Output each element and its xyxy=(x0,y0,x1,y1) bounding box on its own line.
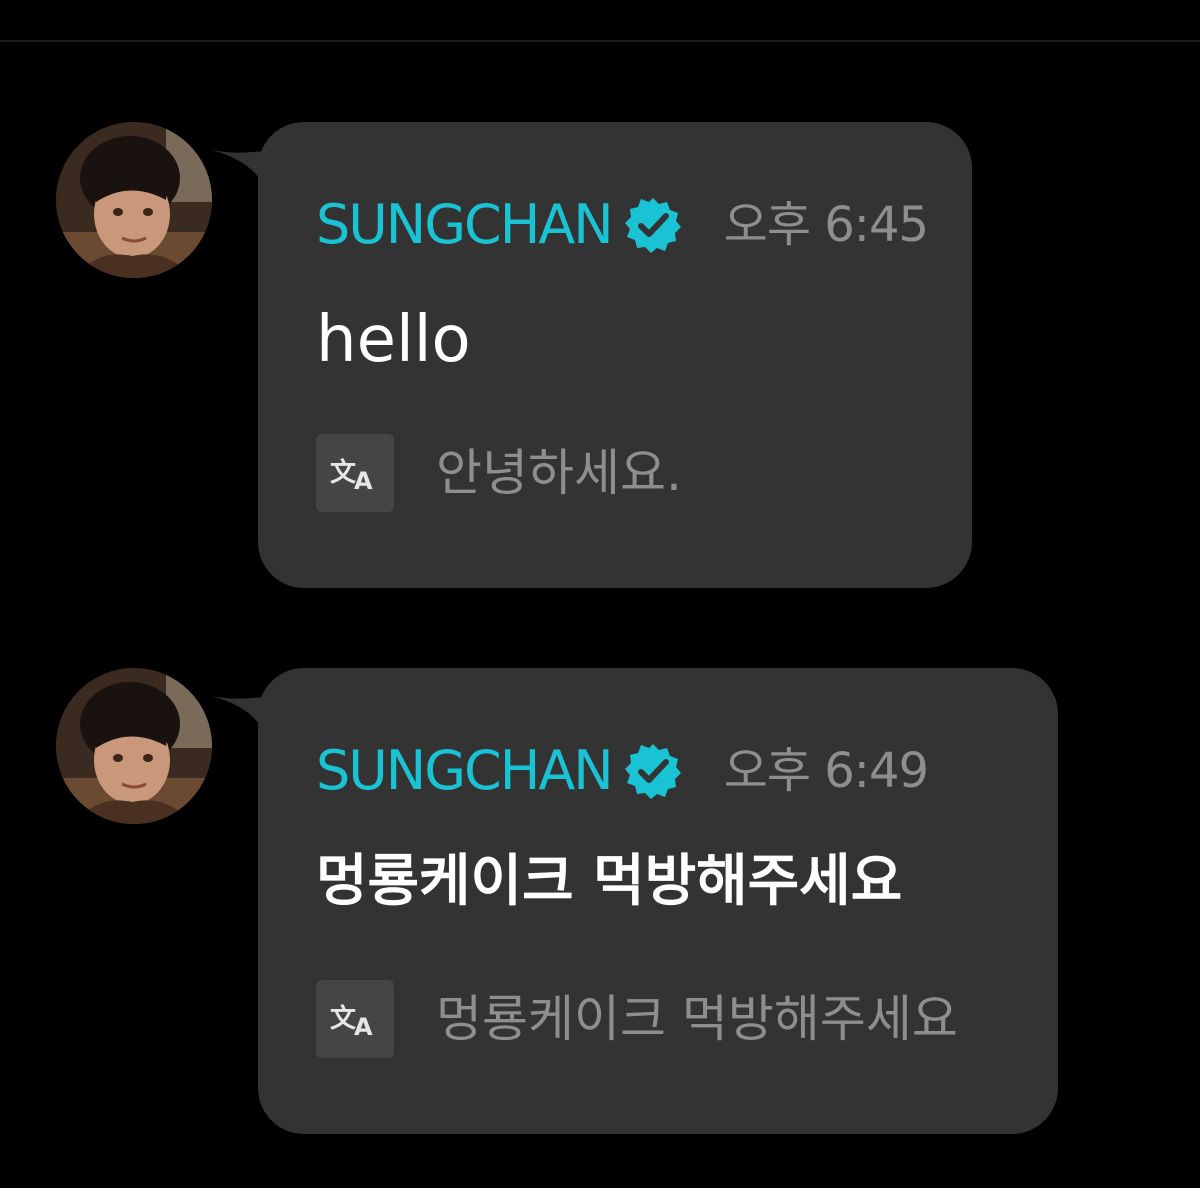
translate-icon[interactable]: 文 A xyxy=(316,434,394,512)
message-text: 멍룡케이크 먹방해주세요 xyxy=(316,849,903,914)
author-name[interactable]: SUNGCHAN xyxy=(316,744,614,798)
translate-icon[interactable]: 文 A xyxy=(316,980,394,1058)
translation-row: 文 A 안녕하세요. xyxy=(316,434,682,512)
verified-badge-icon xyxy=(624,744,681,799)
svg-text:文: 文 xyxy=(330,1003,357,1034)
message-time: 오후 6:49 xyxy=(723,743,929,799)
verified-badge-icon xyxy=(624,198,681,253)
translated-text: 안녕하세요. xyxy=(436,444,682,502)
translation-row: 文 A 멍룡케이크 먹방해주세요 xyxy=(316,980,958,1058)
avatar[interactable] xyxy=(56,122,212,278)
message-bubble[interactable]: SUNGCHAN 오후 6:49 멍룡케이크 먹방해주세요 文 A 멍룡케이크 … xyxy=(258,668,1058,1134)
top-divider xyxy=(0,40,1200,42)
message-header: SUNGCHAN 오후 6:49 xyxy=(316,736,929,806)
translated-text: 멍룡케이크 먹방해주세요 xyxy=(436,990,958,1048)
svg-text:文: 文 xyxy=(330,457,357,488)
message-time: 오후 6:45 xyxy=(723,197,929,253)
message-text: hello xyxy=(316,303,471,377)
svg-text:A: A xyxy=(354,467,373,495)
avatar[interactable] xyxy=(56,668,212,824)
message-bubble[interactable]: SUNGCHAN 오후 6:45 hello 文 A 안녕하세요. xyxy=(258,122,972,588)
author-name[interactable]: SUNGCHAN xyxy=(316,198,614,252)
message-header: SUNGCHAN 오후 6:45 xyxy=(316,190,929,260)
svg-text:A: A xyxy=(354,1013,373,1041)
